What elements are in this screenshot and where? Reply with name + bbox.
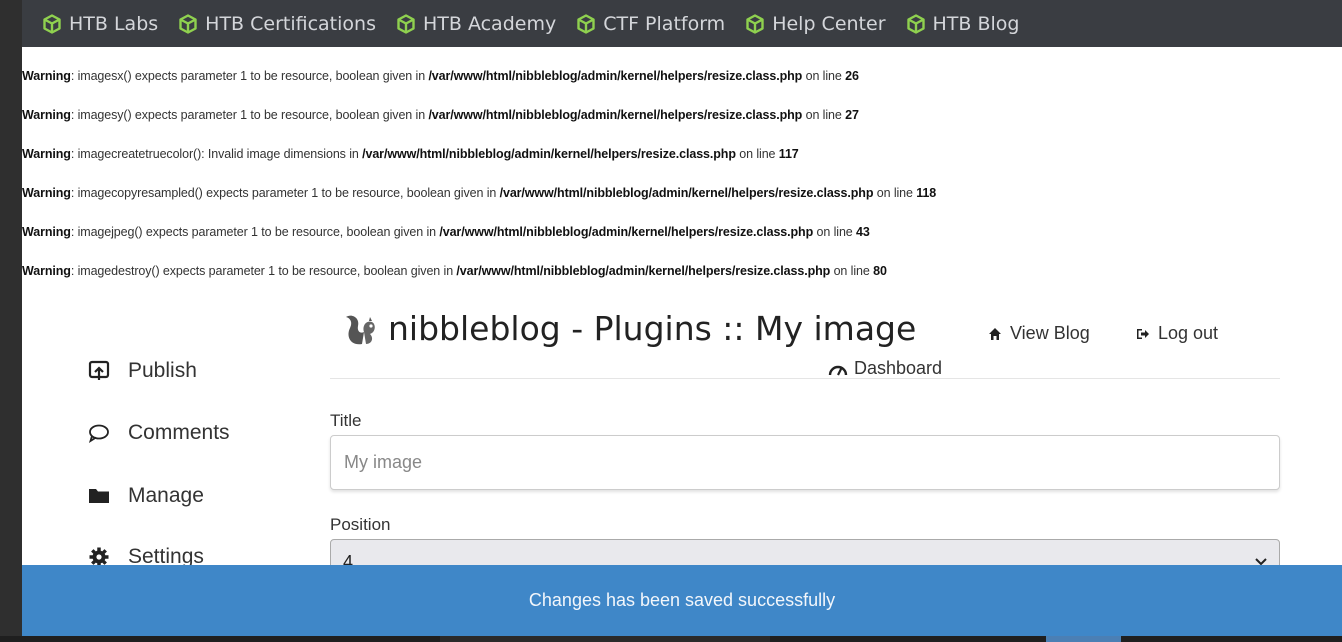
warning-path: /var/www/html/nibbleblog/admin/kernel/he… bbox=[428, 69, 803, 83]
bookmark-htb-labs[interactable]: HTB Labs bbox=[42, 13, 158, 35]
bookmark-label: CTF Platform bbox=[603, 12, 726, 35]
warning-path: /var/www/html/nibbleblog/admin/kernel/he… bbox=[439, 225, 814, 239]
warning-line-text: on line bbox=[830, 264, 874, 278]
bookmark-help-center[interactable]: Help Center bbox=[745, 12, 886, 35]
taskbar-active-segment bbox=[1046, 636, 1121, 642]
dashboard-link[interactable]: Dashboard bbox=[828, 358, 942, 379]
cube-icon bbox=[397, 13, 415, 34]
bookmark-label: Help Center bbox=[772, 12, 886, 35]
sidebar-item-settings[interactable]: Settings bbox=[88, 545, 204, 565]
warning-path: /var/www/html/nibbleblog/admin/kernel/he… bbox=[456, 264, 831, 278]
home-icon bbox=[989, 327, 1001, 340]
success-notification: Changes has been saved successfully bbox=[22, 565, 1342, 636]
warning-line-number: 26 bbox=[845, 69, 859, 83]
logout-icon bbox=[1137, 328, 1149, 339]
warning-line-text: on line bbox=[802, 108, 846, 122]
log-out-link[interactable]: Log out bbox=[1136, 323, 1218, 344]
php-warning: Warning: imagedestroy() expects paramete… bbox=[22, 264, 887, 278]
warning-message: : imagejpeg() expects parameter 1 to be … bbox=[70, 225, 440, 239]
warning-line-number: 43 bbox=[856, 225, 870, 239]
cube-icon bbox=[906, 13, 925, 34]
chevron-down-icon bbox=[1255, 558, 1267, 565]
bookmark-htb-certifications[interactable]: HTB Certifications bbox=[178, 13, 376, 35]
warning-line-text: on line bbox=[813, 225, 857, 239]
title-field[interactable] bbox=[330, 435, 1280, 490]
position-field-label: Position bbox=[330, 515, 391, 534]
sidebar-item-comments[interactable]: Comments bbox=[88, 421, 230, 445]
warning-label: Warning bbox=[22, 264, 71, 278]
bookmarks-bar: HTB Labs HTB Certifications HTB Academy … bbox=[22, 0, 1342, 47]
gear-icon bbox=[89, 547, 109, 565]
cube-icon bbox=[577, 13, 595, 34]
php-warning: Warning: imagesx() expects parameter 1 t… bbox=[22, 69, 859, 83]
warning-line-text: on line bbox=[735, 147, 779, 161]
php-warning: Warning: imagesy() expects parameter 1 t… bbox=[22, 108, 859, 122]
bookmark-htb-blog[interactable]: HTB Blog bbox=[906, 12, 1020, 35]
warning-path: /var/www/html/nibbleblog/admin/kernel/he… bbox=[499, 186, 874, 200]
warning-line-number: 118 bbox=[916, 186, 937, 200]
sidebar-item-manage[interactable]: Manage bbox=[88, 484, 204, 508]
comment-icon bbox=[88, 424, 109, 444]
view-blog-label: View Blog bbox=[1010, 323, 1090, 343]
page-title-text: nibbleblog - Plugins :: My image bbox=[388, 309, 917, 348]
warning-line-text: on line bbox=[873, 186, 917, 200]
warning-label: Warning bbox=[22, 186, 71, 200]
warning-line-number: 117 bbox=[778, 147, 799, 161]
warning-line-text: on line bbox=[802, 69, 846, 83]
warning-message: : imagecreatetruecolor(): Invalid image … bbox=[70, 147, 363, 161]
header-divider bbox=[330, 378, 1280, 379]
position-select-value: 4 bbox=[343, 552, 354, 565]
sidebar-item-publish[interactable]: Publish bbox=[88, 359, 197, 383]
title-field-label: Title bbox=[330, 411, 362, 430]
php-warning: Warning: imagecopyresampled() expects pa… bbox=[22, 186, 936, 200]
log-out-label: Log out bbox=[1158, 323, 1219, 343]
gauge-icon bbox=[828, 365, 848, 375]
warning-message: : imagesy() expects parameter 1 to be re… bbox=[70, 108, 429, 122]
warning-message: : imagesx() expects parameter 1 to be re… bbox=[70, 69, 429, 83]
warning-label: Warning bbox=[22, 147, 71, 161]
page-title: nibbleblog - Plugins :: My image bbox=[342, 309, 916, 348]
sidebar-item-label: Manage bbox=[128, 484, 204, 507]
warning-label: Warning bbox=[22, 225, 71, 239]
publish-icon bbox=[88, 360, 110, 380]
cube-icon bbox=[179, 13, 197, 34]
taskbar-segment bbox=[440, 636, 770, 642]
warning-label: Warning bbox=[22, 108, 71, 122]
bookmark-label: HTB Academy bbox=[422, 12, 557, 35]
bookmark-htb-academy[interactable]: HTB Academy bbox=[396, 13, 556, 35]
php-warning: Warning: imagecreatetruecolor(): Invalid… bbox=[22, 147, 799, 161]
bookmark-ctf-platform[interactable]: CTF Platform bbox=[576, 13, 725, 35]
cube-icon bbox=[746, 13, 764, 34]
sidebar-item-label: Settings bbox=[128, 545, 204, 565]
warning-label: Warning bbox=[22, 69, 71, 83]
folder-icon bbox=[89, 489, 109, 503]
dashboard-label: Dashboard bbox=[854, 358, 943, 378]
cube-icon bbox=[43, 13, 61, 34]
title-input[interactable] bbox=[331, 436, 1279, 489]
warning-message: : imagedestroy() expects parameter 1 to … bbox=[70, 264, 457, 278]
warning-line-number: 80 bbox=[873, 264, 887, 278]
page-content: Warning: imagesx() expects parameter 1 t… bbox=[22, 47, 1342, 565]
warning-path: /var/www/html/nibbleblog/admin/kernel/he… bbox=[362, 147, 736, 161]
window-left-edge bbox=[0, 0, 22, 642]
bookmark-label: HTB Certifications bbox=[205, 12, 376, 35]
warning-line-number: 27 bbox=[845, 108, 859, 122]
position-select[interactable]: 4 bbox=[330, 539, 1280, 565]
notification-text: Changes has been saved successfully bbox=[528, 590, 836, 610]
sidebar-item-label: Comments bbox=[128, 421, 230, 444]
view-blog-link[interactable]: View Blog bbox=[988, 323, 1090, 344]
bookmark-label: HTB Labs bbox=[69, 12, 159, 35]
php-warning: Warning: imagejpeg() expects parameter 1… bbox=[22, 225, 870, 239]
squirrel-logo-icon bbox=[346, 315, 375, 344]
warning-message: : imagecopyresampled() expects parameter… bbox=[70, 186, 500, 200]
sidebar-item-label: Publish bbox=[128, 359, 197, 382]
warning-path: /var/www/html/nibbleblog/admin/kernel/he… bbox=[428, 108, 803, 122]
bookmark-label: HTB Blog bbox=[932, 12, 1020, 35]
